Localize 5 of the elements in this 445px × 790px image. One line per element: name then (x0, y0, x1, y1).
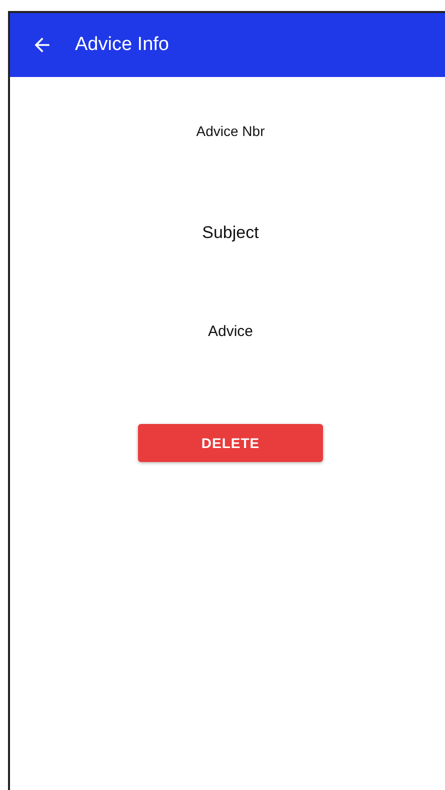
delete-button[interactable]: DELETE (138, 424, 323, 462)
field-text: Subject (202, 223, 259, 242)
field-text: Advice Nbr (196, 123, 265, 139)
field-text: Advice (208, 323, 254, 340)
screen-title: Advice Info (75, 34, 169, 56)
